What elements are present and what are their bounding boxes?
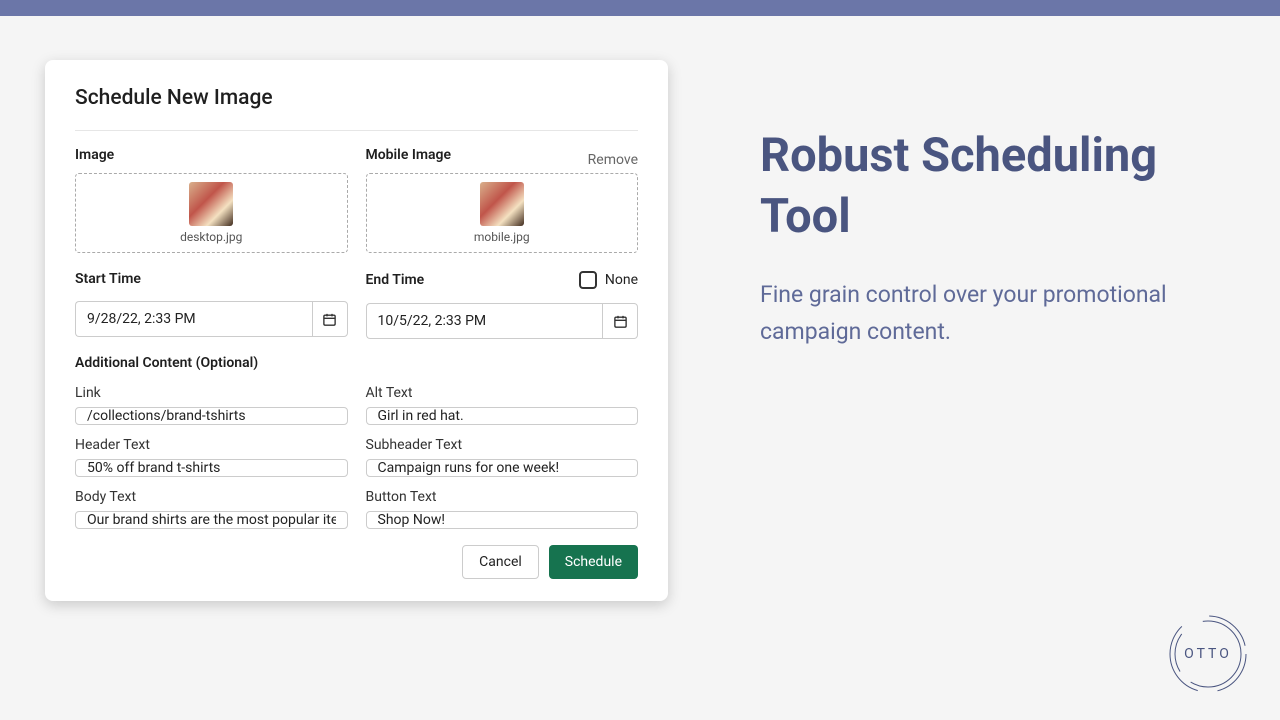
link-input[interactable]	[75, 407, 348, 425]
end-time-label: End Time	[366, 272, 425, 288]
none-checkbox[interactable]	[579, 271, 597, 289]
subheader-text-label: Subheader Text	[366, 437, 639, 453]
modal-title: Schedule New Image	[75, 86, 638, 110]
alt-text-input[interactable]	[366, 407, 639, 425]
brand-logo: OTTO	[1166, 612, 1250, 696]
remove-link[interactable]: Remove	[588, 152, 638, 168]
body-text-input[interactable]	[75, 511, 348, 529]
desktop-image-dropzone[interactable]: desktop.jpg	[75, 173, 348, 253]
schedule-button[interactable]: Schedule	[549, 545, 638, 579]
start-time-input[interactable]	[75, 301, 312, 337]
marketing-copy: Robust Scheduling Tool Fine grain contro…	[760, 125, 1220, 351]
header-text-label: Header Text	[75, 437, 348, 453]
link-label: Link	[75, 385, 348, 401]
start-time-calendar-button[interactable]	[312, 301, 348, 337]
body-text-label: Body Text	[75, 489, 348, 505]
top-accent-bar	[0, 0, 1280, 16]
button-text-label: Button Text	[366, 489, 639, 505]
none-label: None	[605, 272, 638, 288]
mobile-image-dropzone[interactable]: mobile.jpg	[366, 173, 639, 253]
end-time-calendar-button[interactable]	[602, 303, 638, 339]
mobile-filename: mobile.jpg	[474, 230, 530, 244]
marketing-heading: Robust Scheduling Tool	[760, 125, 1220, 247]
button-text-input[interactable]	[366, 511, 639, 529]
marketing-sub: Fine grain control over your promotional…	[760, 277, 1220, 351]
image-label: Image	[75, 147, 348, 163]
calendar-icon	[322, 312, 337, 327]
logo-text: OTTO	[1184, 646, 1232, 662]
mobile-image-label: Mobile Image	[366, 147, 452, 163]
mobile-thumbnail	[480, 182, 524, 226]
alt-text-label: Alt Text	[366, 385, 639, 401]
additional-content-label: Additional Content (Optional)	[75, 355, 638, 371]
end-time-input[interactable]	[366, 303, 603, 339]
cancel-button[interactable]: Cancel	[462, 545, 539, 579]
start-time-label: Start Time	[75, 271, 141, 287]
subheader-text-input[interactable]	[366, 459, 639, 477]
calendar-icon	[613, 314, 628, 329]
schedule-modal: Schedule New Image Image desktop.jpg Mob…	[45, 60, 668, 601]
desktop-thumbnail	[189, 182, 233, 226]
header-text-input[interactable]	[75, 459, 348, 477]
divider	[75, 130, 638, 131]
desktop-filename: desktop.jpg	[180, 230, 242, 244]
